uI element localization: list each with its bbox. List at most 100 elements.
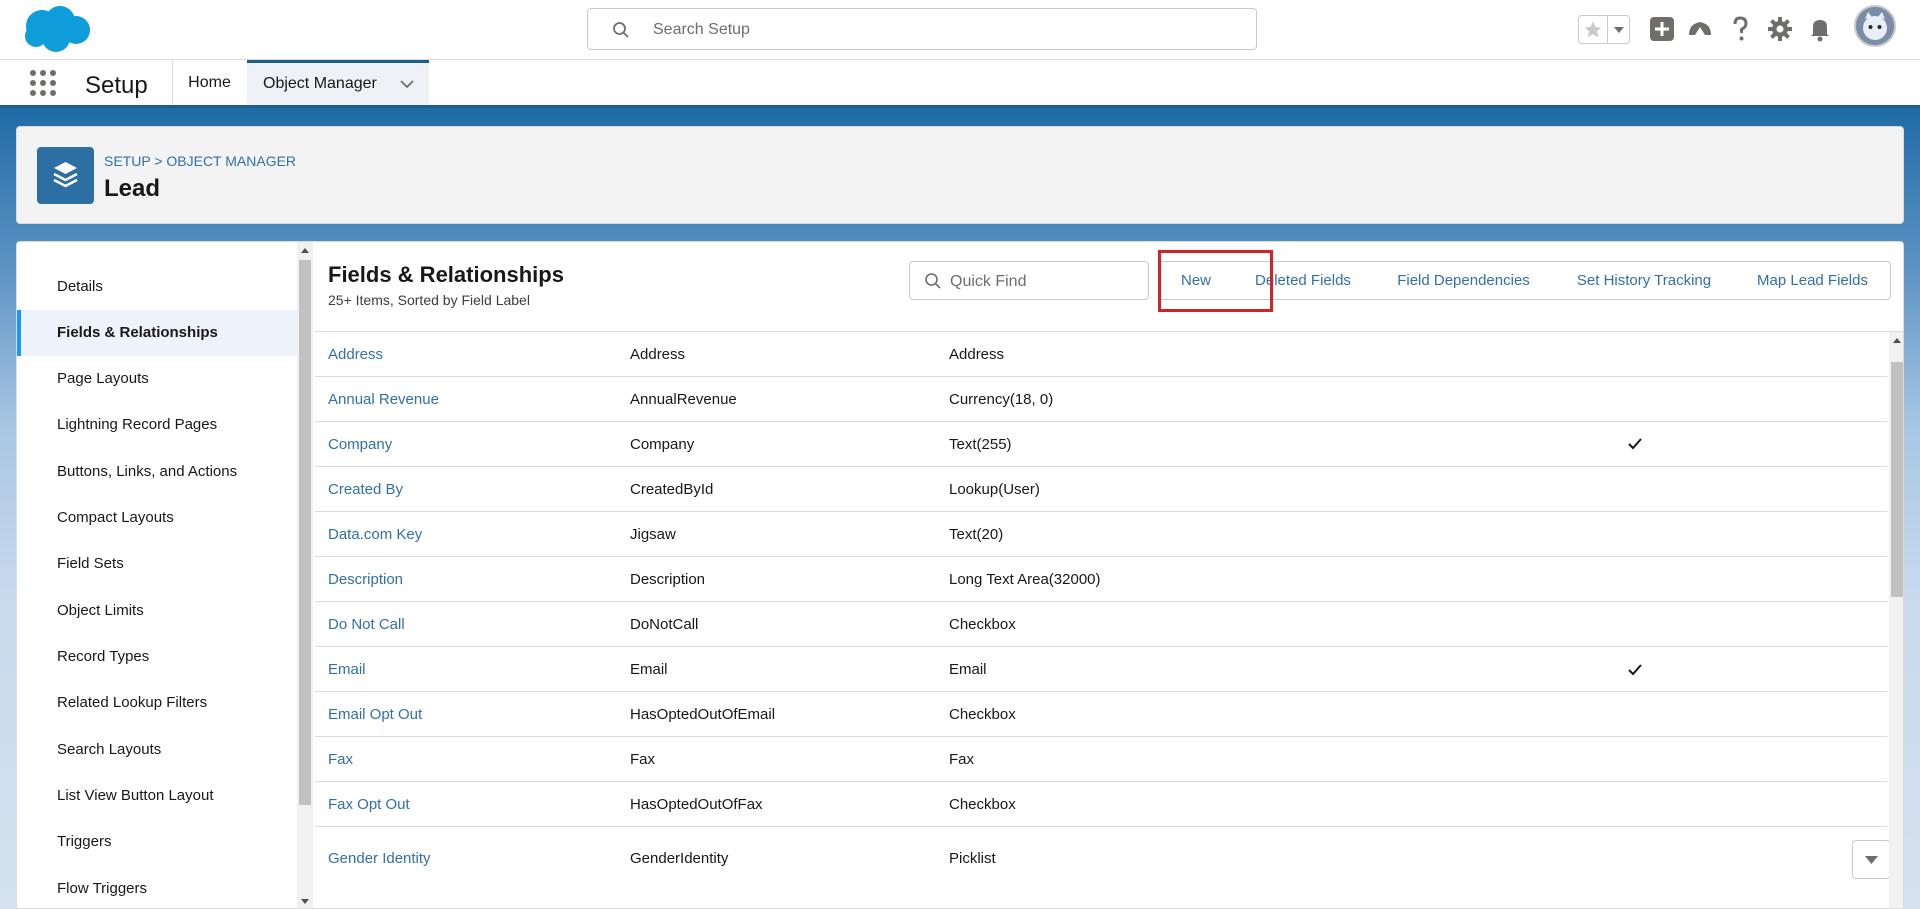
sidebar-item-label: Details [57,278,103,295]
sidebar-item-label: List View Button Layout [57,787,214,804]
table-row: Annual Revenue AnnualRevenue Currency(18… [315,377,1887,422]
field-api-name: Address [630,346,686,363]
sidebar-item-field-sets[interactable]: Field Sets [17,541,297,587]
favorites-button[interactable] [1578,15,1630,44]
sidebar-item-buttons-links-actions[interactable]: Buttons, Links, and Actions [17,449,297,495]
page-title: Lead [104,175,161,202]
sidebar-item-record-types[interactable]: Record Types [17,634,297,680]
table-scrollbar[interactable] [1889,332,1903,908]
tab-home[interactable]: Home [172,60,246,105]
field-dependencies-label: Field Dependencies [1397,272,1530,289]
field-data-type: Picklist [949,850,996,867]
row-actions-menu-button[interactable] [1852,840,1891,879]
sidebar-item-details[interactable]: Details [17,264,297,310]
sidebar-scrollbar[interactable] [297,242,313,908]
trailhead-icon[interactable] [1686,15,1714,43]
table-row: Created By CreatedById Lookup(User) [315,467,1887,512]
tab-object-manager-label: Object Manager [263,75,377,92]
star-icon[interactable] [1579,16,1608,43]
breadcrumb[interactable]: SETUP > OBJECT MANAGER [104,153,296,169]
field-label-link[interactable]: Data.com Key [328,526,422,543]
bell-icon[interactable] [1806,15,1834,43]
table-row: Email Opt Out HasOptedOutOfEmail Checkbo… [315,692,1887,737]
set-history-tracking-label: Set History Tracking [1576,272,1712,289]
table-row: Fax Fax Fax [315,737,1887,782]
chevron-down-icon [1865,856,1878,864]
field-data-type: Text(20) [949,526,1004,543]
table-row: Company Company Text(255) [315,422,1887,467]
gear-icon[interactable] [1766,15,1794,43]
sidebar-item-label: Field Sets [57,555,124,572]
plus-icon[interactable] [1648,15,1676,43]
sidebar-item-flow-triggers[interactable]: Flow Triggers [17,866,297,908]
section-title: Fields & Relationships [328,262,564,287]
salesforce-cloud-logo[interactable] [20,4,92,54]
search-icon [925,273,941,289]
field-label-link[interactable]: Do Not Call [328,616,405,633]
sidebar-item-page-layouts[interactable]: Page Layouts [17,356,297,402]
sidebar-item-list-view-button-layout[interactable]: List View Button Layout [17,773,297,819]
sidebar-item-label: Compact Layouts [57,509,174,526]
field-data-type: Long Text Area(32000) [949,571,1101,588]
field-data-type: Text(255) [949,436,1012,453]
sidebar-item-object-limits[interactable]: Object Limits [17,588,297,634]
sidebar-item-search-layouts[interactable]: Search Layouts [17,727,297,773]
field-label-link[interactable]: Fax [328,751,353,768]
field-data-type: Address [949,346,1005,363]
field-label-link[interactable]: Gender Identity [328,850,431,867]
field-label-link[interactable]: Address [328,346,383,363]
field-api-name: AnnualRevenue [630,391,737,408]
sidebar-item-label: Flow Triggers [57,880,148,897]
sidebar-item-triggers[interactable]: Triggers [17,819,297,865]
fields-relationships-panel: Fields & Relationships 25+ Items, Sorted… [315,242,1903,908]
field-api-name: DoNotCall [630,616,699,633]
field-api-name: HasOptedOutOfEmail [630,706,776,723]
scrollbar-thumb[interactable] [299,260,311,805]
scrollbar-thumb[interactable] [1891,362,1903,597]
map-lead-fields-button[interactable]: Map Lead Fields [1735,261,1891,300]
field-data-type: Email [949,661,987,678]
global-header: Search Setup [0,0,1920,60]
scroll-up-arrow-icon[interactable] [1892,336,1902,346]
app-launcher-icon[interactable] [30,70,58,98]
field-label-link[interactable]: Description [328,571,403,588]
avatar[interactable] [1854,5,1896,47]
sidebar-item-label: Lightning Record Pages [57,416,218,433]
set-history-tracking-button[interactable]: Set History Tracking [1553,261,1736,300]
field-label-link[interactable]: Fax Opt Out [328,796,410,813]
table-row: Address Address Address [315,332,1887,377]
object-header: SETUP > OBJECT MANAGER Lead [16,126,1904,224]
field-dependencies-button[interactable]: Field Dependencies [1374,261,1554,300]
sidebar-item-compact-layouts[interactable]: Compact Layouts [17,495,297,541]
quick-find-input[interactable]: Quick Find [909,261,1149,300]
sidebar-item-label: Record Types [57,648,150,665]
chevron-down-icon[interactable] [1608,16,1630,43]
checkmark-icon [1628,664,1642,676]
fields-table: Address Address Address Annual Revenue A… [315,331,1903,908]
sidebar-item-lightning-record-pages[interactable]: Lightning Record Pages [17,402,297,448]
table-row: Description Description Long Text Area(3… [315,557,1887,602]
field-label-link[interactable]: Annual Revenue [328,391,439,408]
search-placeholder: Search Setup [653,21,750,38]
scroll-down-arrow-icon[interactable] [300,896,310,906]
field-api-name: GenderIdentity [630,850,729,867]
checkmark-icon [1628,438,1642,450]
table-row: Data.com Key Jigsaw Text(20) [315,512,1887,557]
astro-avatar-icon [1856,7,1894,45]
field-data-type: Checkbox [949,616,1016,633]
help-icon[interactable] [1726,15,1754,43]
field-label-link[interactable]: Created By [328,481,403,498]
table-row: Fax Opt Out HasOptedOutOfFax Checkbox [315,782,1887,827]
object-detail-card: Details Fields & Relationships Page Layo… [16,241,1904,909]
setup-search-input[interactable]: Search Setup [587,8,1257,50]
field-label-link[interactable]: Company [328,436,392,453]
sidebar-item-fields-relationships[interactable]: Fields & Relationships [17,310,297,356]
sidebar-item-related-lookup-filters[interactable]: Related Lookup Filters [17,680,297,726]
tab-object-manager[interactable]: Object Manager [247,60,429,105]
field-data-type: Checkbox [949,706,1016,723]
field-label-link[interactable]: Email [328,661,366,678]
chevron-down-icon[interactable] [399,77,415,91]
map-lead-fields-label: Map Lead Fields [1757,272,1868,289]
field-label-link[interactable]: Email Opt Out [328,706,422,723]
scroll-up-arrow-icon[interactable] [300,246,310,256]
